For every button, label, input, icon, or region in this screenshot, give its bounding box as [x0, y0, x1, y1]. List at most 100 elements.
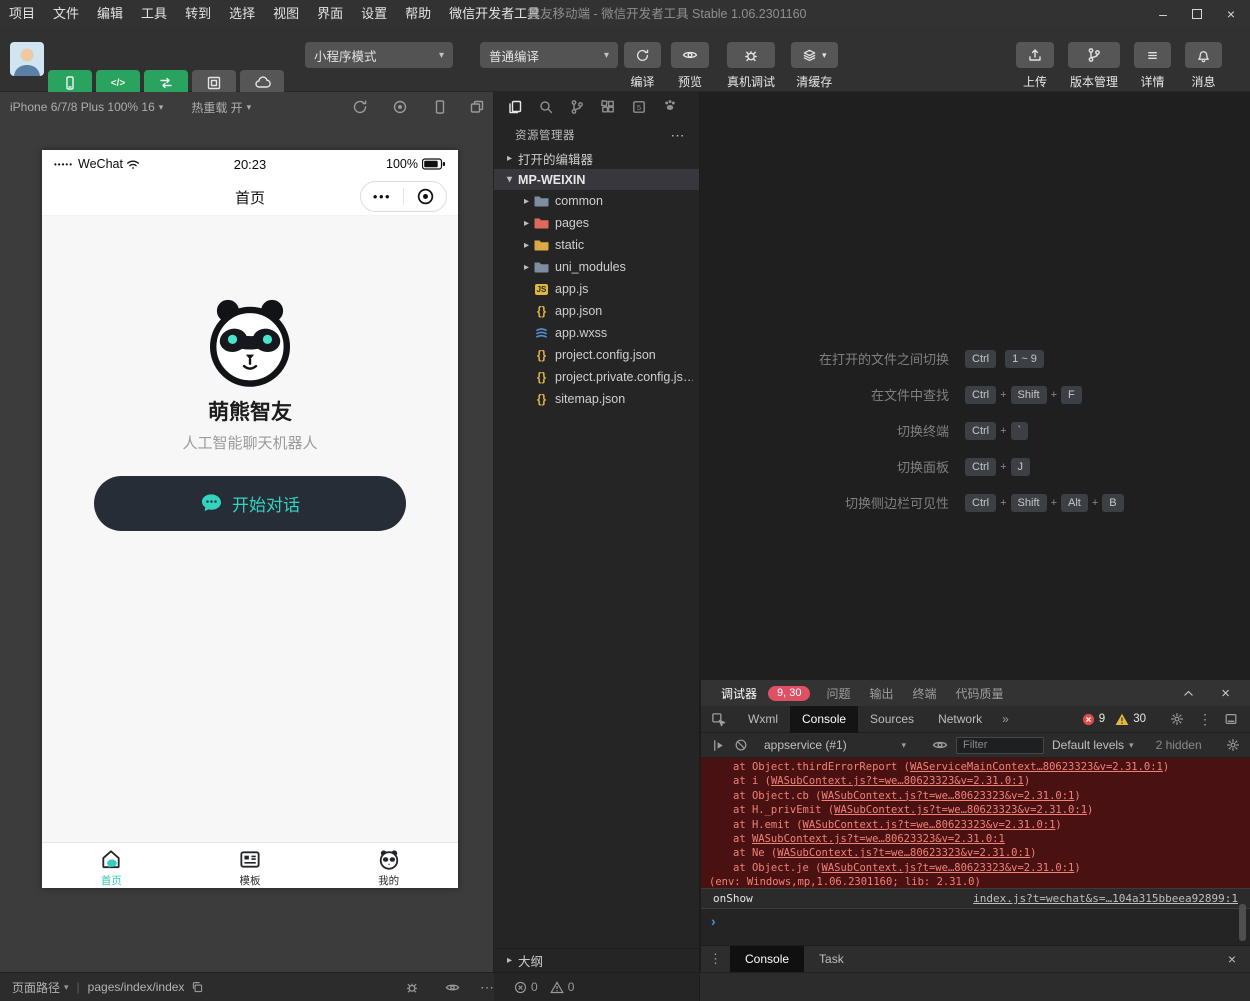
inspect-icon[interactable]: [701, 712, 736, 727]
stack-link[interactable]: WAServiceMainContext…80623323&v=2.31.0:1: [910, 761, 1163, 773]
tree-item-app-js[interactable]: JS app.js: [494, 278, 699, 300]
tab-mine[interactable]: 我的: [319, 843, 458, 888]
extensions-icon[interactable]: [600, 99, 616, 115]
open-editors-section[interactable]: ▸ 打开的编辑器: [494, 148, 699, 169]
stack-link[interactable]: WASubContext.js?t=we…80623323&v=2.31.0:1: [752, 833, 1005, 845]
device-frame-icon[interactable]: [432, 99, 448, 115]
chevron-down-icon[interactable]: ▾: [247, 102, 252, 113]
console-filter-input[interactable]: [956, 737, 1044, 754]
version-control-button[interactable]: 版本管理: [1068, 42, 1120, 90]
context-selector[interactable]: appservice (#1) ▾: [756, 738, 906, 752]
hot-reload-toggle[interactable]: 热重载 开: [191, 99, 242, 116]
user-avatar[interactable]: [10, 42, 44, 76]
start-chat-button[interactable]: 开始对话: [94, 476, 406, 531]
stack-link[interactable]: WASubContext.js?t=we…80623323&v=2.31.0:1: [771, 775, 1024, 787]
more-status-icon[interactable]: ⋯: [480, 979, 494, 996]
tree-item-sitemap-json[interactable]: {} sitemap.json: [494, 388, 699, 410]
tree-item-project-config[interactable]: {} project.config.json: [494, 344, 699, 366]
tree-item-uni-modules[interactable]: ▸ uni_modules: [494, 256, 699, 278]
stack-link[interactable]: WASubContext.js?t=we…80623323&v=2.31.0:1: [803, 819, 1056, 831]
footer-tab-task[interactable]: Task: [804, 946, 859, 973]
tab-debugger[interactable]: 调试器: [721, 685, 757, 702]
tree-item-app-wxss[interactable]: app.wxss: [494, 322, 699, 344]
tab-home[interactable]: 首页: [42, 843, 181, 888]
menu-tools[interactable]: 工具: [132, 0, 176, 28]
files-icon[interactable]: [507, 99, 523, 115]
clear-cache-button[interactable]: ▾ 清缓存: [791, 42, 838, 90]
applet-icon[interactable]: 5: [631, 99, 647, 115]
tree-item-pages[interactable]: ▸ pages: [494, 212, 699, 234]
tab-code-quality[interactable]: 代码质量: [956, 685, 1004, 702]
tab-wxml[interactable]: Wxml: [736, 706, 790, 733]
stack-link[interactable]: WASubContext.js?t=we…80623323&v=2.31.0:1: [777, 847, 1030, 859]
menu-select[interactable]: 选择: [220, 0, 264, 28]
live-expression-eye-icon[interactable]: [932, 737, 948, 753]
more-tabs-icon[interactable]: »: [994, 712, 1017, 726]
more-menu-button[interactable]: •••: [361, 182, 403, 211]
search-icon[interactable]: [538, 99, 554, 115]
watch-eye-icon[interactable]: [445, 980, 460, 995]
console-settings-gear-icon[interactable]: [1226, 738, 1240, 752]
compile-mode-dropdown[interactable]: 普通编译 ▾: [480, 42, 618, 68]
tab-output[interactable]: 输出: [870, 685, 894, 702]
vconsole-bug-icon[interactable]: [405, 980, 419, 994]
menu-interface[interactable]: 界面: [308, 0, 352, 28]
menu-help[interactable]: 帮助: [396, 0, 440, 28]
menu-edit[interactable]: 编辑: [88, 0, 132, 28]
multi-window-icon[interactable]: [469, 99, 485, 115]
collapse-panel-button[interactable]: [1182, 687, 1195, 700]
copy-icon[interactable]: [191, 981, 204, 994]
log-levels-selector[interactable]: Default levels ▾: [1052, 738, 1134, 752]
more-options-icon[interactable]: ⋮: [1194, 711, 1216, 728]
rotate-icon[interactable]: [352, 99, 368, 115]
stack-link[interactable]: WASubContext.js?t=we…80623323&v=2.31.0:1: [822, 862, 1075, 874]
paw-icon[interactable]: [662, 97, 678, 118]
drag-handle-icon[interactable]: ⋮: [701, 951, 730, 967]
stack-link[interactable]: WASubContext.js?t=we…80623323&v=2.31.0:1: [822, 790, 1075, 802]
preview-button[interactable]: 预览: [671, 42, 709, 90]
more-actions-icon[interactable]: ⋯: [671, 127, 686, 144]
upload-button[interactable]: 上传: [1016, 42, 1054, 90]
mode-dropdown[interactable]: 小程序模式 ▾: [305, 42, 453, 68]
tree-item-app-json[interactable]: {} app.json: [494, 300, 699, 322]
page-path-selector[interactable]: 页面路径: [12, 979, 60, 996]
menu-goto[interactable]: 转到: [176, 0, 220, 28]
tree-item-project-private-config[interactable]: {} project.private.config.js…: [494, 366, 699, 388]
menu-view[interactable]: 视图: [264, 0, 308, 28]
close-footer-icon[interactable]: ×: [1228, 951, 1236, 967]
minimize-button[interactable]: –: [1146, 0, 1180, 28]
project-root-section[interactable]: ▾ MP-WEIXIN: [494, 169, 699, 190]
settings-gear-icon[interactable]: [1160, 712, 1194, 726]
dock-icon[interactable]: [1216, 712, 1250, 726]
menu-settings[interactable]: 设置: [352, 0, 396, 28]
source-link[interactable]: index.js?t=wechat&s=…104a315bbeea92899:1: [973, 892, 1238, 905]
outline-section[interactable]: ▸ 大纲: [494, 948, 699, 972]
chevron-down-icon[interactable]: ▾: [159, 102, 164, 113]
tree-item-static[interactable]: ▸ static: [494, 234, 699, 256]
maximize-button[interactable]: [1180, 0, 1214, 28]
menu-project[interactable]: 项目: [0, 0, 44, 28]
tab-template[interactable]: 模板: [181, 843, 320, 888]
clear-console-icon[interactable]: [734, 738, 748, 752]
eager-eval-icon[interactable]: [711, 738, 726, 753]
console-prompt-area[interactable]: ›: [701, 909, 1250, 945]
stack-link[interactable]: WASubContext.js?t=we…80623323&v=2.31.0:1: [834, 804, 1087, 816]
menu-file[interactable]: 文件: [44, 0, 88, 28]
compile-button[interactable]: 编译: [624, 42, 661, 90]
tab-problems[interactable]: 问题: [826, 685, 850, 702]
device-selector[interactable]: iPhone 6/7/8 Plus 100% 16: [10, 100, 155, 114]
close-panel-button[interactable]: ×: [1221, 685, 1230, 702]
close-button[interactable]: ×: [1214, 0, 1248, 28]
tab-network[interactable]: Network: [926, 706, 994, 733]
console-scrollbar[interactable]: [1239, 904, 1246, 941]
tab-console[interactable]: Console: [790, 706, 858, 733]
message-button[interactable]: 消息: [1185, 42, 1222, 90]
minimize-capsule-button[interactable]: [404, 182, 446, 211]
record-icon[interactable]: [392, 99, 408, 115]
tree-item-common[interactable]: ▸ common: [494, 190, 699, 212]
tab-sources[interactable]: Sources: [858, 706, 926, 733]
footer-tab-console[interactable]: Console: [730, 946, 804, 973]
tab-terminal[interactable]: 终端: [913, 685, 937, 702]
source-control-icon[interactable]: [569, 99, 585, 115]
problems-summary[interactable]: 0 0: [494, 973, 700, 1001]
